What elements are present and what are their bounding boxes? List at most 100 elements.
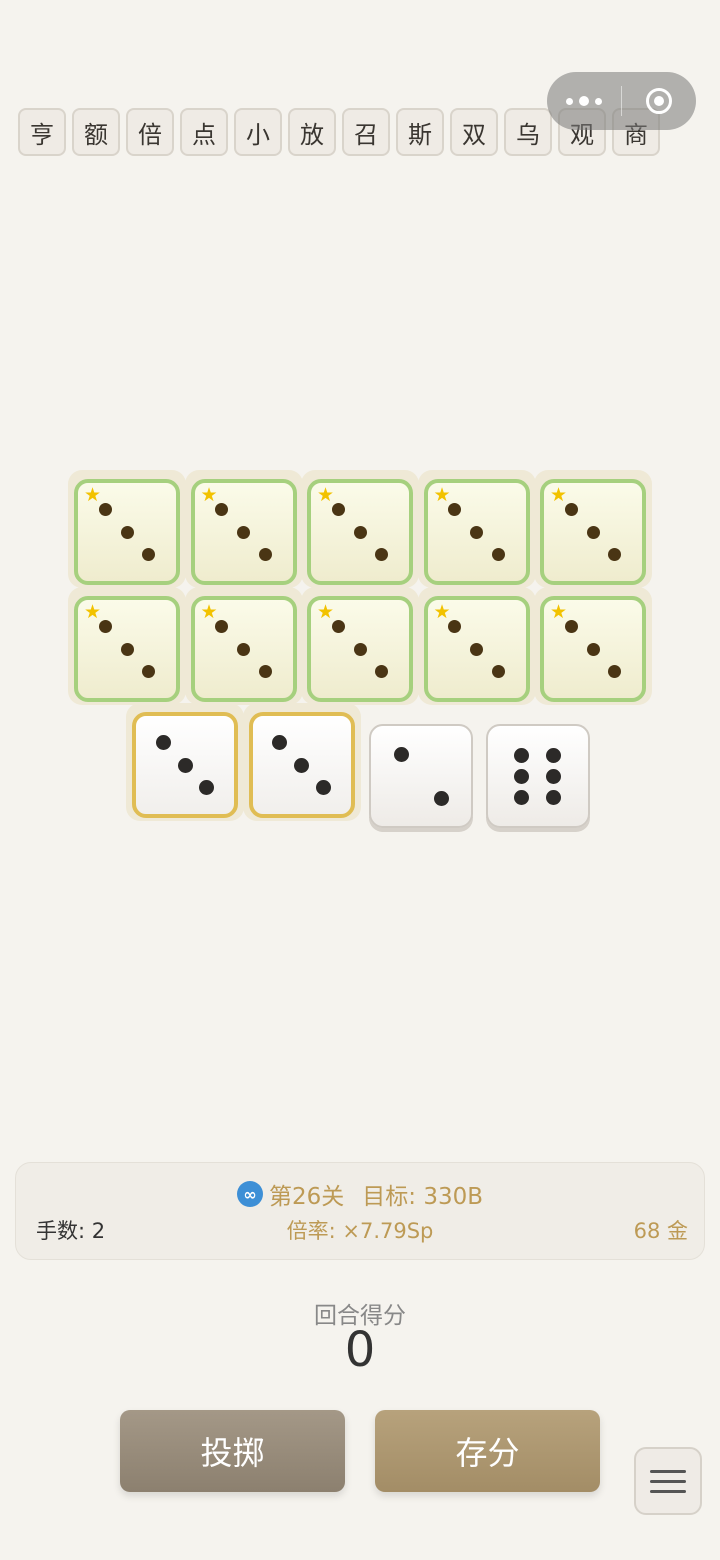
hamburger-icon-line bbox=[650, 1469, 686, 1473]
die-slot: ★ bbox=[417, 587, 536, 705]
die-pip bbox=[546, 789, 561, 805]
die-pip bbox=[142, 548, 156, 562]
die-pip bbox=[586, 525, 600, 539]
die-pip bbox=[155, 734, 171, 750]
menu-button[interactable] bbox=[634, 1447, 702, 1515]
die-pip bbox=[608, 548, 622, 562]
close-miniprogram-button[interactable] bbox=[622, 72, 696, 130]
die-pip bbox=[393, 746, 409, 762]
joker-chip[interactable]: 点 bbox=[180, 108, 228, 156]
multiplier-label: 倍率: ×7.79Sp bbox=[286, 1219, 434, 1243]
die-pip bbox=[120, 525, 134, 539]
joker-chip[interactable]: 乌 bbox=[504, 108, 552, 156]
joker-chip[interactable]: 放 bbox=[288, 108, 336, 156]
hamburger-icon-line bbox=[650, 1489, 686, 1493]
die-3[interactable] bbox=[132, 712, 238, 818]
joker-chip[interactable]: 倍 bbox=[126, 108, 174, 156]
die-pip bbox=[375, 548, 389, 562]
miniprogram-capsule bbox=[547, 72, 696, 130]
joker-chip[interactable]: 召 bbox=[342, 108, 390, 156]
die-3[interactable]: ★ bbox=[307, 479, 413, 585]
die-3[interactable]: ★ bbox=[190, 479, 297, 585]
die-pip bbox=[237, 525, 250, 539]
die-6[interactable] bbox=[485, 724, 590, 828]
die-slot bbox=[476, 703, 594, 828]
level-label: 第26关 bbox=[268, 1184, 345, 1210]
die-pip bbox=[258, 548, 272, 562]
die-pip bbox=[608, 665, 622, 679]
die-pip bbox=[353, 525, 367, 539]
star-icon: ★ bbox=[84, 601, 102, 623]
die-slot bbox=[242, 703, 361, 821]
round-score-value: 0 bbox=[344, 1322, 376, 1378]
die-pip bbox=[258, 665, 272, 679]
die-pip bbox=[433, 790, 449, 806]
die-slot: ★ bbox=[301, 587, 419, 705]
die-slot: ★ bbox=[417, 470, 536, 588]
star-icon: ★ bbox=[200, 601, 218, 623]
target-label: 目标: 330B bbox=[362, 1184, 484, 1210]
die-3[interactable]: ★ bbox=[423, 596, 530, 702]
die-3[interactable]: ★ bbox=[540, 479, 646, 585]
die-slot bbox=[126, 703, 244, 821]
die-slot: ★ bbox=[184, 587, 303, 705]
more-dots-icon-center bbox=[579, 96, 589, 106]
more-dots-icon-right bbox=[595, 97, 602, 105]
die-pip bbox=[353, 642, 367, 656]
die-pip bbox=[375, 665, 389, 679]
die-slot: ★ bbox=[68, 470, 186, 588]
die-3[interactable] bbox=[248, 712, 355, 818]
more-options-button[interactable] bbox=[547, 72, 621, 130]
die-pip bbox=[491, 548, 505, 562]
star-icon: ★ bbox=[433, 484, 451, 506]
die-slot: ★ bbox=[534, 470, 652, 588]
die-pip bbox=[199, 780, 215, 796]
info-panel: ∞ 第26关 目标: 330B 手数: 2 倍率: ×7.79Sp 68 金 bbox=[15, 1162, 705, 1260]
die-3[interactable]: ★ bbox=[540, 596, 646, 702]
die-pip bbox=[546, 768, 561, 784]
die-pip bbox=[237, 642, 250, 656]
star-icon: ★ bbox=[84, 484, 102, 506]
target-circle-icon bbox=[646, 88, 672, 114]
joker-chip[interactable]: 双 bbox=[450, 108, 498, 156]
star-icon: ★ bbox=[550, 601, 568, 623]
die-pip bbox=[470, 525, 483, 539]
save-score-button[interactable]: 存分 bbox=[375, 1410, 600, 1492]
die-pip bbox=[120, 642, 134, 656]
star-icon: ★ bbox=[550, 484, 568, 506]
die-pip bbox=[586, 642, 600, 656]
die-2[interactable] bbox=[369, 724, 473, 828]
die-pip bbox=[546, 747, 561, 763]
roll-button[interactable]: 投掷 bbox=[120, 1410, 345, 1492]
die-pip bbox=[272, 734, 288, 750]
die-pip bbox=[470, 642, 483, 656]
die-pip bbox=[177, 757, 193, 773]
die-3[interactable]: ★ bbox=[307, 596, 413, 702]
die-slot: ★ bbox=[68, 587, 186, 705]
die-pip bbox=[142, 665, 156, 679]
die-slot: ★ bbox=[184, 470, 303, 588]
die-slot bbox=[359, 703, 477, 828]
die-pip bbox=[491, 665, 505, 679]
die-slot: ★ bbox=[534, 587, 652, 705]
joker-chip[interactable]: 亨 bbox=[18, 108, 66, 156]
star-icon: ★ bbox=[433, 601, 451, 623]
die-3[interactable]: ★ bbox=[423, 479, 530, 585]
hamburger-icon-line bbox=[650, 1479, 686, 1483]
die-pip bbox=[315, 780, 331, 796]
star-icon: ★ bbox=[317, 484, 335, 506]
die-pip bbox=[514, 747, 529, 763]
die-3[interactable]: ★ bbox=[74, 479, 180, 585]
joker-chip[interactable]: 斯 bbox=[396, 108, 444, 156]
die-3[interactable]: ★ bbox=[190, 596, 297, 702]
die-pip bbox=[514, 789, 529, 805]
die-pip bbox=[294, 757, 309, 773]
infinity-icon: ∞ bbox=[236, 1181, 263, 1207]
star-icon: ★ bbox=[317, 601, 335, 623]
joker-chip[interactable]: 额 bbox=[72, 108, 120, 156]
joker-chip[interactable]: 小 bbox=[234, 108, 282, 156]
die-slot: ★ bbox=[301, 470, 419, 588]
star-icon: ★ bbox=[200, 484, 218, 506]
gold-amount: 68 金 bbox=[633, 1219, 688, 1243]
die-3[interactable]: ★ bbox=[74, 596, 180, 702]
